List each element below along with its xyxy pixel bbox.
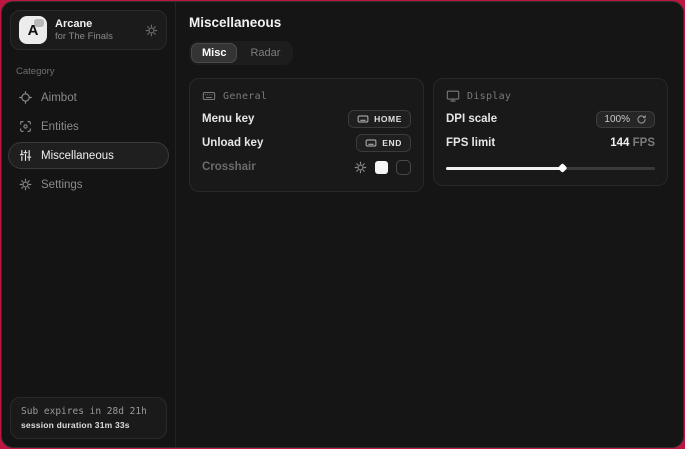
fps-limit-slider[interactable] bbox=[446, 163, 655, 173]
crosshair-color-swatch[interactable] bbox=[375, 161, 388, 174]
gear-icon[interactable] bbox=[145, 24, 158, 37]
menu-key-value: HOME bbox=[374, 114, 402, 124]
gear-icon[interactable] bbox=[354, 161, 367, 174]
tab-bar: Misc Radar bbox=[189, 41, 293, 65]
sidebar-item-label: Entities bbox=[41, 121, 79, 133]
crosshair-icon bbox=[19, 91, 32, 104]
brand-title: Arcane bbox=[55, 18, 137, 31]
crosshair-row: Crosshair bbox=[202, 155, 411, 179]
subscription-card: Sub expires in 28d 21h session duration … bbox=[10, 397, 167, 439]
sliders-icon bbox=[19, 149, 32, 162]
fps-limit-value: 144 FPS bbox=[610, 137, 655, 149]
brand-text: Arcane for The Finals bbox=[55, 18, 137, 43]
page-title: Miscellaneous bbox=[189, 15, 668, 30]
menu-key-bind-button[interactable]: HOME bbox=[348, 110, 411, 128]
fps-slider-thumb[interactable] bbox=[557, 163, 567, 173]
scan-icon bbox=[19, 120, 32, 133]
app-window: A Arcane for The Finals Category bbox=[1, 1, 684, 448]
tab-misc[interactable]: Misc bbox=[191, 43, 237, 63]
category-label: Category bbox=[2, 58, 175, 83]
crosshair-label: Crosshair bbox=[202, 161, 256, 173]
sidebar-item-miscellaneous[interactable]: Miscellaneous bbox=[8, 142, 169, 169]
sidebar-item-label: Aimbot bbox=[41, 92, 77, 104]
unload-key-label: Unload key bbox=[202, 137, 263, 149]
sidebar-item-label: Settings bbox=[41, 179, 83, 191]
sidebar: A Arcane for The Finals Category bbox=[2, 2, 176, 447]
general-card: General Menu key HOME bbox=[189, 78, 424, 192]
sidebar-item-label: Miscellaneous bbox=[41, 150, 114, 162]
sidebar-item-aimbot[interactable]: Aimbot bbox=[8, 84, 169, 111]
dpi-scale-value: 100% bbox=[604, 114, 630, 125]
keyboard-icon bbox=[365, 137, 377, 149]
keyboard-icon bbox=[202, 89, 216, 103]
unload-key-value: END bbox=[382, 138, 402, 148]
fps-limit-label: FPS limit bbox=[446, 137, 495, 149]
unload-key-row: Unload key END bbox=[202, 131, 411, 155]
tab-radar[interactable]: Radar bbox=[239, 43, 291, 63]
sidebar-item-entities[interactable]: Entities bbox=[8, 113, 169, 140]
monitor-icon bbox=[446, 89, 460, 103]
display-card: Display DPI scale 100% bbox=[433, 78, 668, 186]
general-card-title: General bbox=[223, 91, 267, 102]
brand-subtitle: for The Finals bbox=[55, 31, 137, 43]
crosshair-controls bbox=[354, 160, 411, 175]
sub-expires-text: Sub expires in 28d 21h bbox=[21, 405, 156, 419]
general-card-header: General bbox=[202, 89, 411, 103]
fps-slider-fill bbox=[446, 167, 561, 170]
display-card-header: Display bbox=[446, 89, 655, 103]
rotate-icon[interactable] bbox=[636, 114, 647, 125]
dpi-scale-control[interactable]: 100% bbox=[596, 111, 655, 128]
dpi-scale-row: DPI scale 100% bbox=[446, 107, 655, 131]
gear-icon bbox=[19, 178, 32, 191]
display-card-title: Display bbox=[467, 91, 511, 102]
app-logo: A bbox=[19, 16, 47, 44]
brand-card: A Arcane for The Finals bbox=[10, 10, 167, 50]
unload-key-bind-button[interactable]: END bbox=[356, 134, 411, 152]
menu-key-row: Menu key HOME bbox=[202, 107, 411, 131]
session-duration-text: session duration 31m 33s bbox=[21, 419, 156, 431]
fps-limit-row: FPS limit 144 FPS bbox=[446, 131, 655, 155]
dpi-scale-label: DPI scale bbox=[446, 113, 497, 125]
main-content: Miscellaneous Misc Radar Gene bbox=[176, 2, 683, 447]
fps-slider-track[interactable] bbox=[446, 167, 655, 170]
menu-key-label: Menu key bbox=[202, 113, 254, 125]
desktop-background: A Arcane for The Finals Category bbox=[0, 0, 685, 449]
settings-cards: General Menu key HOME bbox=[189, 78, 668, 192]
sidebar-nav: Aimbot Entities bbox=[2, 83, 175, 199]
sidebar-item-settings[interactable]: Settings bbox=[8, 171, 169, 198]
keyboard-icon bbox=[357, 113, 369, 125]
crosshair-checkbox[interactable] bbox=[396, 160, 411, 175]
